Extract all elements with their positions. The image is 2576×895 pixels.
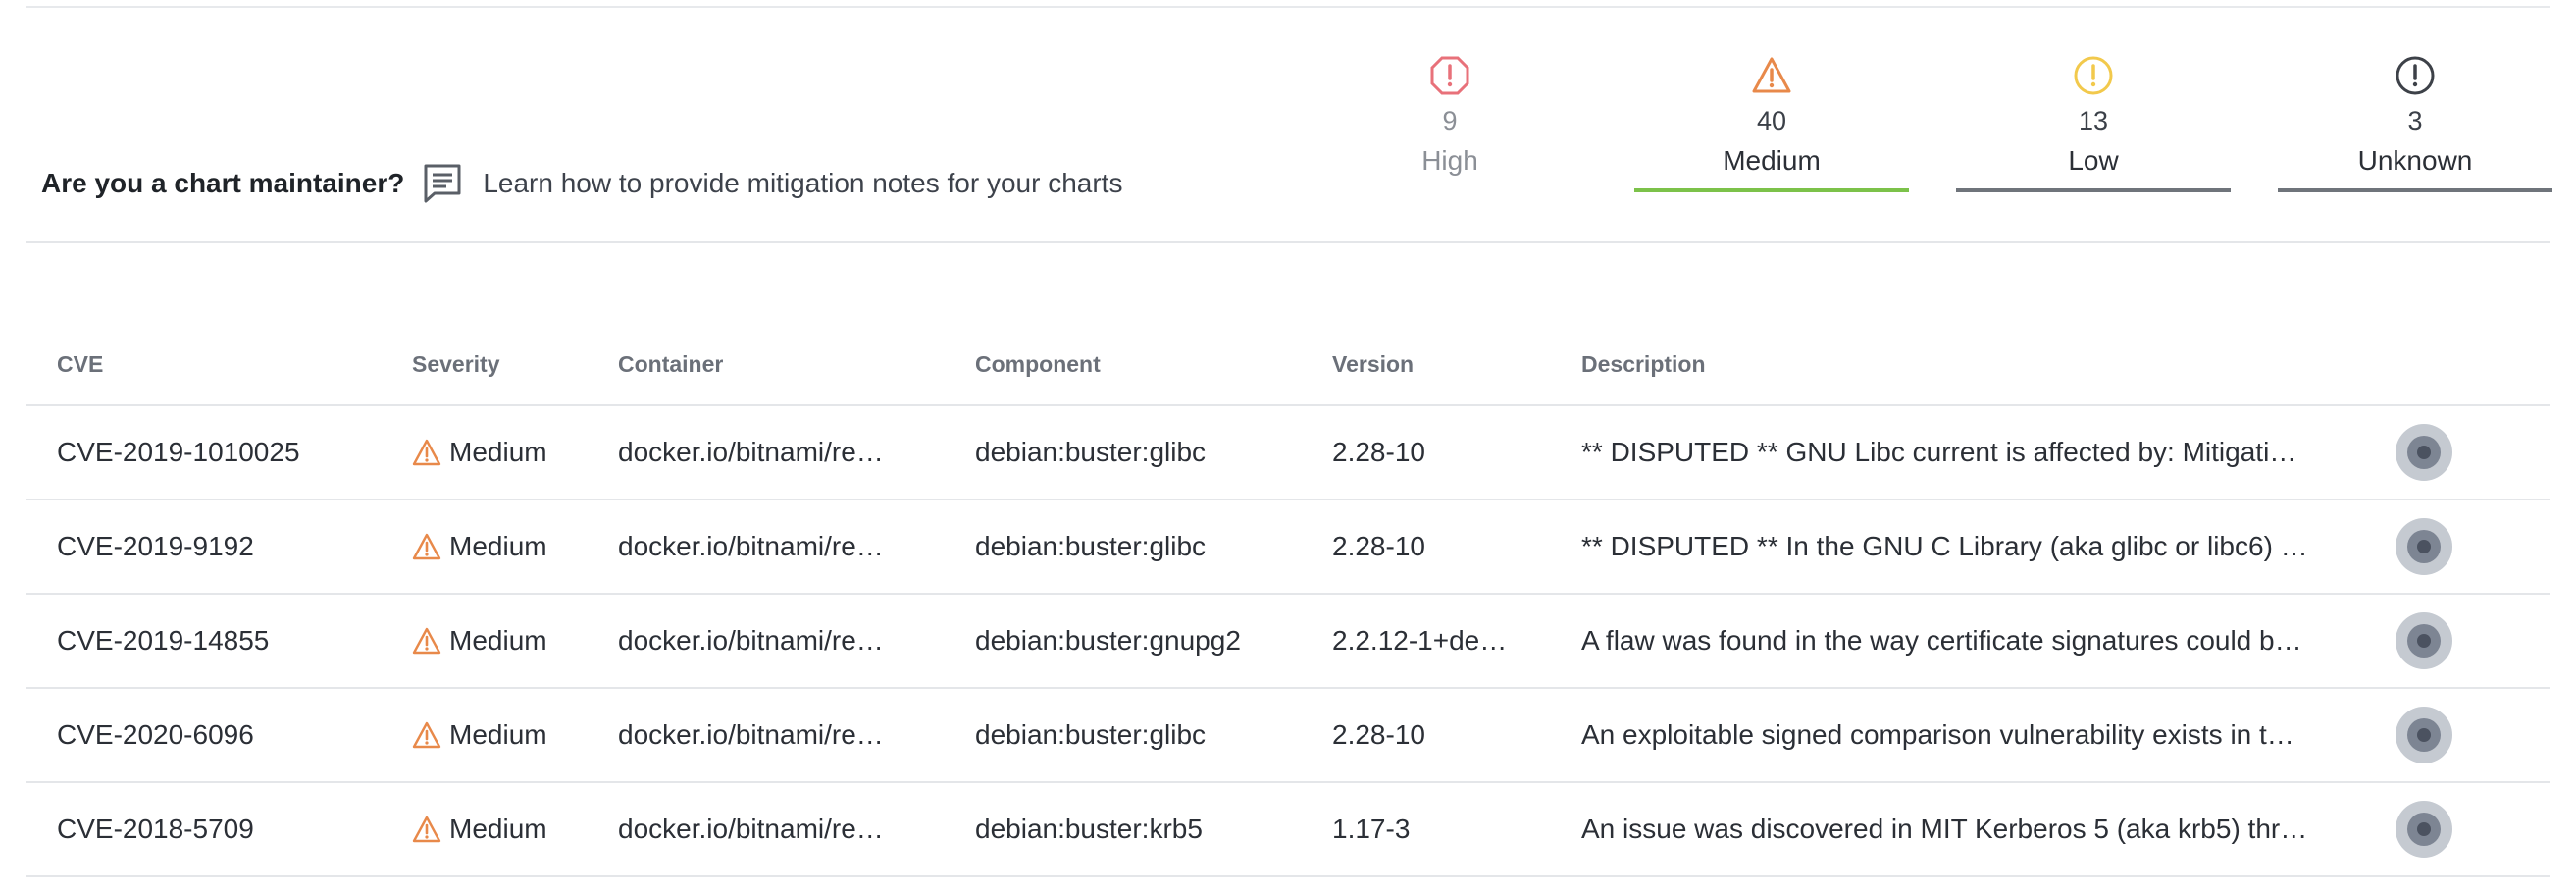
component-cell: debian:buster:glibc [944,500,1301,595]
column-header-version[interactable]: Version [1301,324,1550,406]
severity-text: Medium [449,531,547,561]
row-action-button[interactable] [2396,801,2452,858]
severity-cell: Medium [381,405,587,500]
severity-count-medium: 40 [1756,106,1787,135]
container-cell: docker.io/bitnami/re… [587,500,944,595]
component-cell: debian:buster:gnupg2 [944,594,1301,689]
column-header-container[interactable]: Container [587,324,944,406]
version-cell: 2.2.12-1+de… [1301,594,1550,689]
cve-id: CVE-2019-14855 [26,594,381,689]
description-cell: ** DISPUTED ** GNU Libc current is affec… [1550,405,2364,500]
triangle-exclamation-icon [412,816,441,843]
circle-exclamation-icon [2395,55,2436,96]
column-header-component[interactable]: Component [944,324,1301,406]
actions-cell [2364,500,2550,595]
tab-underline [1956,188,2231,192]
table-row[interactable]: CVE-2018-5709 Medium docker.io/bitnami/re…… [26,782,2550,877]
column-header-actions [2364,324,2550,406]
severity-tab-medium[interactable]: 40 Medium [1634,55,1909,192]
row-action-button[interactable] [2396,518,2452,575]
severity-tab-low[interactable]: 13 Low [1956,55,2231,192]
cve-id: CVE-2019-9192 [26,500,381,595]
maintainer-question: Are you a chart maintainer? [41,168,405,198]
severity-label-medium: Medium [1723,145,1821,176]
container-cell: docker.io/bitnami/re… [587,594,944,689]
description-cell: An exploitable signed comparison vulnera… [1550,688,2364,783]
severity-label-low: Low [2068,145,2119,176]
severity-text: Medium [449,814,547,844]
octagon-exclamation-icon [1429,55,1470,96]
record-icon [2407,813,2441,846]
severity-cell: Medium [381,500,587,595]
container-cell: docker.io/bitnami/re… [587,688,944,783]
table-header-row: CVE Severity Container Component Version… [26,324,2550,406]
component-cell: debian:buster:krb5 [944,782,1301,877]
triangle-exclamation-icon [412,533,441,560]
severity-text: Medium [449,625,547,656]
mitigation-notes-link[interactable]: Learn how to provide mitigation notes fo… [483,168,1122,199]
record-icon [2407,624,2441,658]
severity-count-low: 13 [2078,106,2109,135]
cve-id: CVE-2020-6096 [26,688,381,783]
severity-cell: Medium [381,782,587,877]
row-action-button[interactable] [2396,424,2452,481]
container-cell: docker.io/bitnami/re… [587,782,944,877]
version-cell: 2.28-10 [1301,500,1550,595]
severity-text: Medium [449,437,547,467]
severity-label-high: High [1421,145,1478,176]
table-row[interactable]: CVE-2020-6096 Medium docker.io/bitnami/re…… [26,688,2550,783]
column-header-severity[interactable]: Severity [381,324,587,406]
severity-tab-high[interactable]: 9 High [1313,55,1587,192]
container-cell: docker.io/bitnami/re… [587,405,944,500]
severity-label-unknown: Unknown [2357,145,2473,176]
triangle-exclamation-icon [1751,55,1792,96]
actions-cell [2364,782,2550,877]
maintainer-notice: Are you a chart maintainer? Learn how to… [41,161,1122,206]
table-row[interactable]: CVE-2019-1010025 Medium docker.io/bitnami/… [26,405,2550,500]
description-cell: ** DISPUTED ** In the GNU C Library (aka… [1550,500,2364,595]
actions-cell [2364,405,2550,500]
row-action-button[interactable] [2396,612,2452,669]
version-cell: 1.17-3 [1301,782,1550,877]
comment-icon [420,161,465,206]
record-icon [2407,436,2441,469]
tab-underline [2278,188,2552,192]
vulnerability-summary-header: Are you a chart maintainer? Learn how to… [26,0,2552,243]
record-icon [2407,530,2441,563]
severity-cell: Medium [381,688,587,783]
actions-cell [2364,594,2550,689]
component-cell: debian:buster:glibc [944,688,1301,783]
triangle-exclamation-icon [412,627,441,655]
selected-underline [1634,188,1909,192]
severity-count-high: 9 [1442,106,1458,135]
triangle-exclamation-icon [412,721,441,749]
cve-id: CVE-2018-5709 [26,782,381,877]
column-header-description[interactable]: Description [1550,324,2364,406]
severity-tab-unknown[interactable]: 3 Unknown [2278,55,2552,192]
vulnerability-table: CVE Severity Container Component Version… [26,324,2550,877]
description-cell: A flaw was found in the way certificate … [1550,594,2364,689]
actions-cell [2364,688,2550,783]
severity-count-unknown: 3 [2407,106,2423,135]
description-cell: An issue was discovered in MIT Kerberos … [1550,782,2364,877]
record-icon [2407,718,2441,752]
cve-id: CVE-2019-1010025 [26,405,381,500]
row-action-button[interactable] [2396,707,2452,763]
version-cell: 2.28-10 [1301,688,1550,783]
severity-cell: Medium [381,594,587,689]
triangle-exclamation-icon [412,439,441,466]
table-row[interactable]: CVE-2019-9192 Medium docker.io/bitnami/re…… [26,500,2550,595]
table-row[interactable]: CVE-2019-14855 Medium docker.io/bitnami/re… [26,594,2550,689]
column-header-cve[interactable]: CVE [26,324,381,406]
component-cell: debian:buster:glibc [944,405,1301,500]
circle-exclamation-icon [2073,55,2114,96]
version-cell: 2.28-10 [1301,405,1550,500]
severity-text: Medium [449,719,547,750]
